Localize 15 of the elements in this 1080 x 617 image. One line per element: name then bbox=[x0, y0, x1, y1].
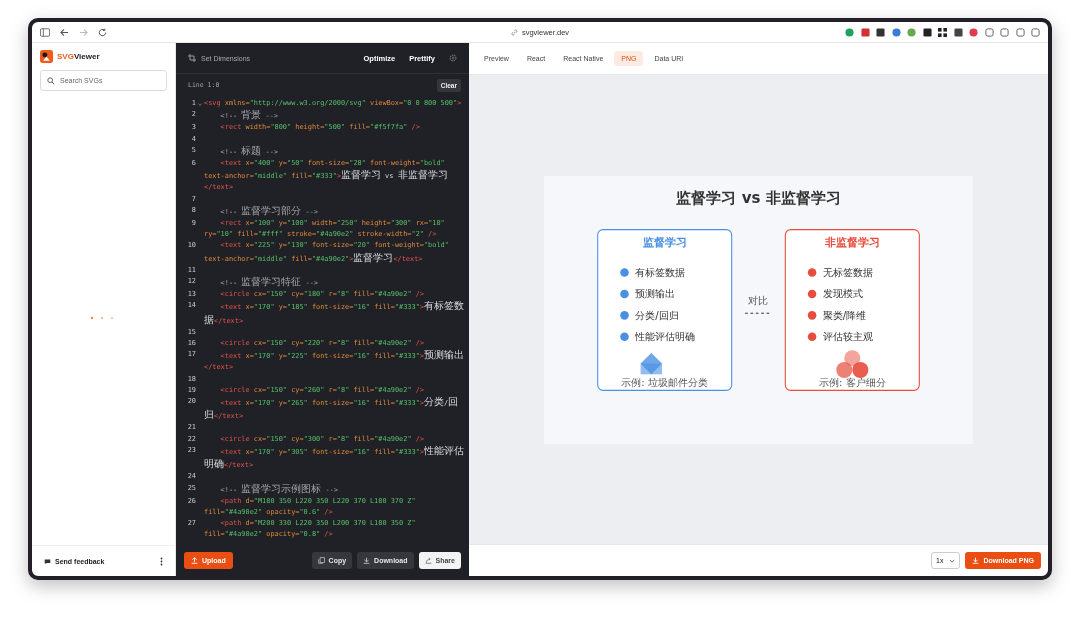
feature-text: 有标签数据 bbox=[635, 266, 686, 278]
feature-text: 评估较主观 bbox=[822, 330, 873, 342]
feature-text: 预测输出 bbox=[635, 287, 676, 299]
card-title: 监督学习 bbox=[642, 235, 687, 249]
preview-title: 监督学习 vs 非监督学习 bbox=[676, 188, 841, 207]
feature-text: 性能评估明确 bbox=[635, 330, 696, 342]
card-title: 非监督学习 bbox=[824, 235, 880, 249]
feature-text: 无标签数据 bbox=[822, 266, 873, 278]
feature-text: 聚类/降维 bbox=[822, 309, 867, 321]
example-caption: 示例: 客户细分 bbox=[818, 376, 886, 388]
example-caption: 示例: 垃圾邮件分类 bbox=[621, 376, 709, 388]
feature-text: 分类/回归 bbox=[635, 309, 679, 321]
logo-text: SVGViewer bbox=[57, 51, 100, 61]
compare-label: 对比 bbox=[748, 294, 769, 306]
feature-text: 发现模式 bbox=[822, 287, 863, 299]
